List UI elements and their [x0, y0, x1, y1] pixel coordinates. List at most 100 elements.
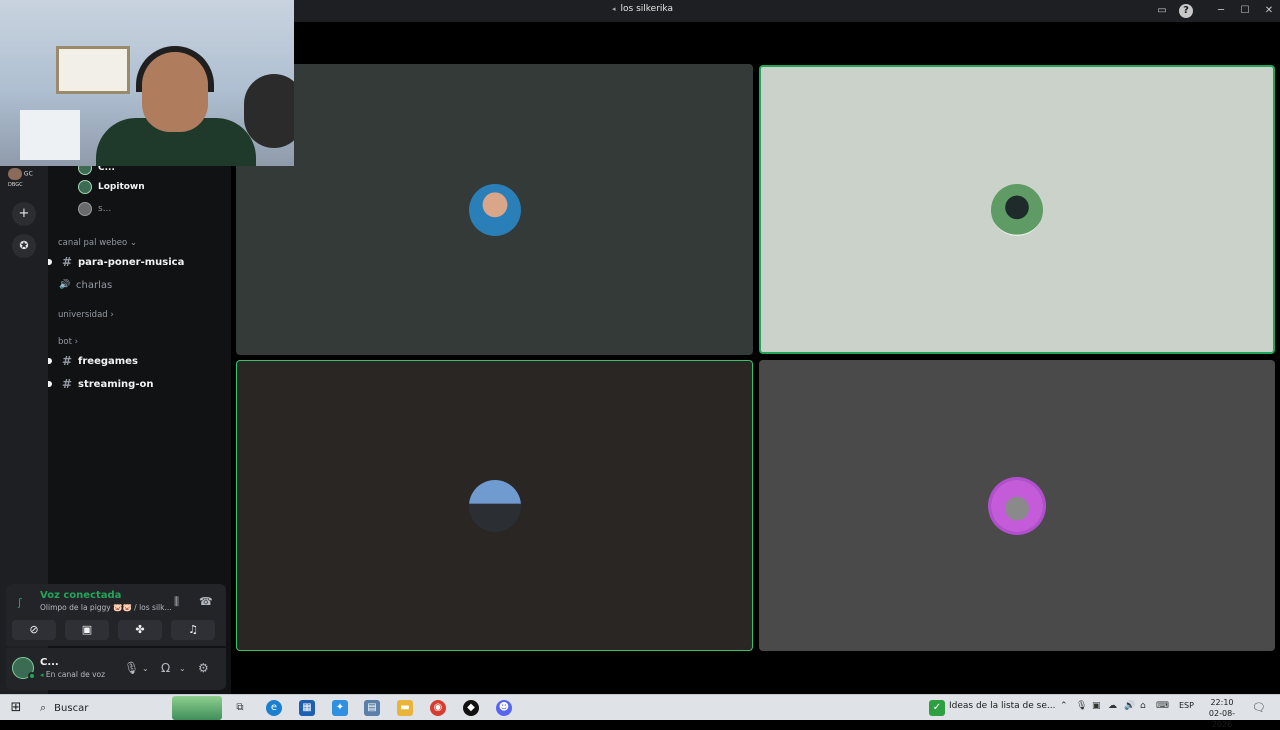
network-icon[interactable]: ⌂: [1140, 701, 1146, 711]
channel-charlas[interactable]: 🔊 charlas: [58, 276, 112, 294]
notification-center-icon[interactable]: 🗨: [1252, 701, 1266, 714]
member-name: Lopitown: [98, 182, 145, 192]
channel-name: charlas: [76, 279, 113, 291]
channel-streaming-on[interactable]: # streaming-on: [48, 375, 153, 393]
windows-start-icon[interactable]: ⊞: [8, 700, 24, 716]
avatar: [78, 202, 92, 216]
search-placeholder: Buscar: [54, 702, 89, 714]
taskbar-notification[interactable]: Ideas de la lista de se...: [949, 701, 1055, 711]
hash-icon: #: [61, 377, 73, 391]
speaker-icon: 🔊: [59, 280, 71, 290]
participant-avatar: [991, 479, 1043, 532]
category-label: canal pal webeo: [58, 238, 128, 248]
maximize-icon[interactable]: ☐: [1238, 4, 1252, 18]
task-view-icon[interactable]: ⧉: [232, 700, 248, 716]
activities-button[interactable]: ✤: [118, 620, 162, 640]
discord-icon[interactable]: ☻: [496, 700, 512, 716]
chevron-down-icon: ⌄: [129, 238, 138, 248]
chevron-down-icon[interactable]: ⌄: [142, 664, 149, 673]
video-tile-2[interactable]: [759, 65, 1275, 354]
category-label: bot: [58, 337, 72, 347]
chevron-right-icon: ›: [110, 310, 114, 320]
speaker-icon: ◂: [40, 671, 44, 679]
microphone-icon[interactable]: 🎙: [124, 661, 139, 675]
app-icon[interactable]: ◆: [463, 700, 479, 716]
notification-app-icon[interactable]: ✓: [929, 700, 945, 716]
headphones-icon[interactable]: Ω: [161, 661, 170, 675]
clock-date: 02-08-2026: [1208, 709, 1236, 729]
inbox-icon[interactable]: ▭: [1155, 4, 1169, 18]
headphones-icon: [136, 46, 214, 92]
member-name: s...: [98, 204, 112, 214]
chevron-up-icon[interactable]: ⌃: [1060, 701, 1068, 711]
voice-member[interactable]: s...: [78, 200, 111, 218]
hash-icon: #: [61, 255, 73, 269]
folder-icon[interactable]: ▬: [397, 700, 413, 716]
chevron-right-icon: ›: [74, 337, 79, 347]
keyboard-icon[interactable]: ⌨: [1156, 701, 1169, 711]
disconnect-icon[interactable]: ☎: [199, 595, 213, 608]
user-status-text: En canal de voz: [45, 670, 106, 679]
category-canal-pal-webeo[interactable]: canal pal webeo ⌄: [58, 238, 137, 248]
microphone-icon[interactable]: 🎙: [1076, 701, 1087, 711]
window-title-text: los silkerika: [620, 4, 673, 14]
voice-connected-panel: ʃ Voz conectada Olimpo de la piggy 🐷🐷 / …: [6, 584, 226, 646]
discord-app: ◂ los silkerika ▭ ? ─ ☐ ✕ GC DBGC + ✪ C..…: [0, 0, 1280, 694]
category-label: universidad: [58, 310, 108, 320]
webcam-background: [244, 74, 294, 148]
voice-status[interactable]: Voz conectada: [40, 590, 121, 601]
server-label: GC: [23, 170, 33, 178]
settings-app-icon[interactable]: ✦: [332, 700, 348, 716]
server-sub-label: DBGC: [8, 182, 23, 188]
voice-channel-path[interactable]: Olimpo de la piggy 🐷🐷 / los silk...: [40, 603, 172, 612]
webcam-background: [56, 46, 130, 94]
unread-indicator: [48, 259, 52, 265]
chrome-icon[interactable]: ◉: [430, 700, 446, 716]
user-panel: C... ◂ En canal de voz 🎙 ⌄ Ω ⌄ ⚙: [6, 648, 226, 690]
video-tile-3[interactable]: [236, 360, 753, 651]
taskbar: ⊞ ⌕ Buscar ⧉ e ▦ ✦ ▤ ▬ ◉ ◆ ☻ ✓ Ideas de …: [0, 694, 1280, 729]
screen-share-button[interactable]: ▣: [65, 620, 109, 640]
webcam-overlay: [0, 0, 294, 166]
chevron-down-icon[interactable]: ⌄: [179, 664, 186, 673]
channel-para-poner-musica[interactable]: # para-poner-musica: [48, 253, 184, 271]
channel-freegames[interactable]: # freegames: [48, 352, 138, 370]
avatar: [78, 180, 92, 194]
search-highlight-image[interactable]: [172, 696, 222, 720]
calculator-icon[interactable]: ▤: [364, 700, 380, 716]
category-bot[interactable]: bot ›: [58, 337, 78, 347]
channel-name: freegames: [78, 355, 138, 367]
cloud-icon[interactable]: ☁: [1108, 701, 1117, 711]
soundboard-button[interactable]: ♫: [171, 620, 215, 640]
online-status-dot: [28, 672, 36, 680]
discover-icon[interactable]: ✪: [12, 234, 36, 258]
language-indicator[interactable]: ESP: [1179, 701, 1194, 710]
close-icon[interactable]: ✕: [1262, 4, 1276, 18]
tray-app-icon[interactable]: ▣: [1092, 701, 1101, 711]
server-icon-gc[interactable]: GC DBGC: [8, 168, 33, 188]
unread-indicator: [48, 358, 52, 364]
add-server-icon[interactable]: +: [12, 202, 36, 226]
clock-time: 22:10: [1210, 698, 1234, 707]
video-tile-1[interactable]: [236, 64, 753, 355]
unread-indicator: [48, 381, 52, 387]
minimize-icon[interactable]: ─: [1214, 4, 1228, 18]
video-tile-4[interactable]: [759, 360, 1275, 651]
camera-off-button[interactable]: ⊘: [12, 620, 56, 640]
gear-icon[interactable]: ⚙: [198, 661, 209, 675]
signal-icon[interactable]: ʃ: [18, 596, 22, 609]
taskbar-clock[interactable]: 22:10 02-08-2026: [1200, 697, 1244, 730]
channel-speaker-icon: ◂: [612, 5, 616, 13]
edge-icon[interactable]: e: [266, 700, 282, 716]
participant-avatar: [991, 183, 1043, 236]
window-title: ◂ los silkerika: [612, 4, 673, 14]
username[interactable]: C...: [40, 657, 59, 668]
voice-member[interactable]: Lopitown: [78, 178, 145, 196]
category-universidad[interactable]: universidad ›: [58, 310, 114, 320]
help-icon[interactable]: ?: [1179, 4, 1193, 18]
hash-icon: #: [61, 354, 73, 368]
store-icon[interactable]: ▦: [299, 700, 315, 716]
volume-icon[interactable]: 🔊: [1124, 701, 1135, 711]
noise-suppression-icon[interactable]: ⫼: [174, 595, 179, 609]
participant-avatar: [468, 479, 521, 532]
